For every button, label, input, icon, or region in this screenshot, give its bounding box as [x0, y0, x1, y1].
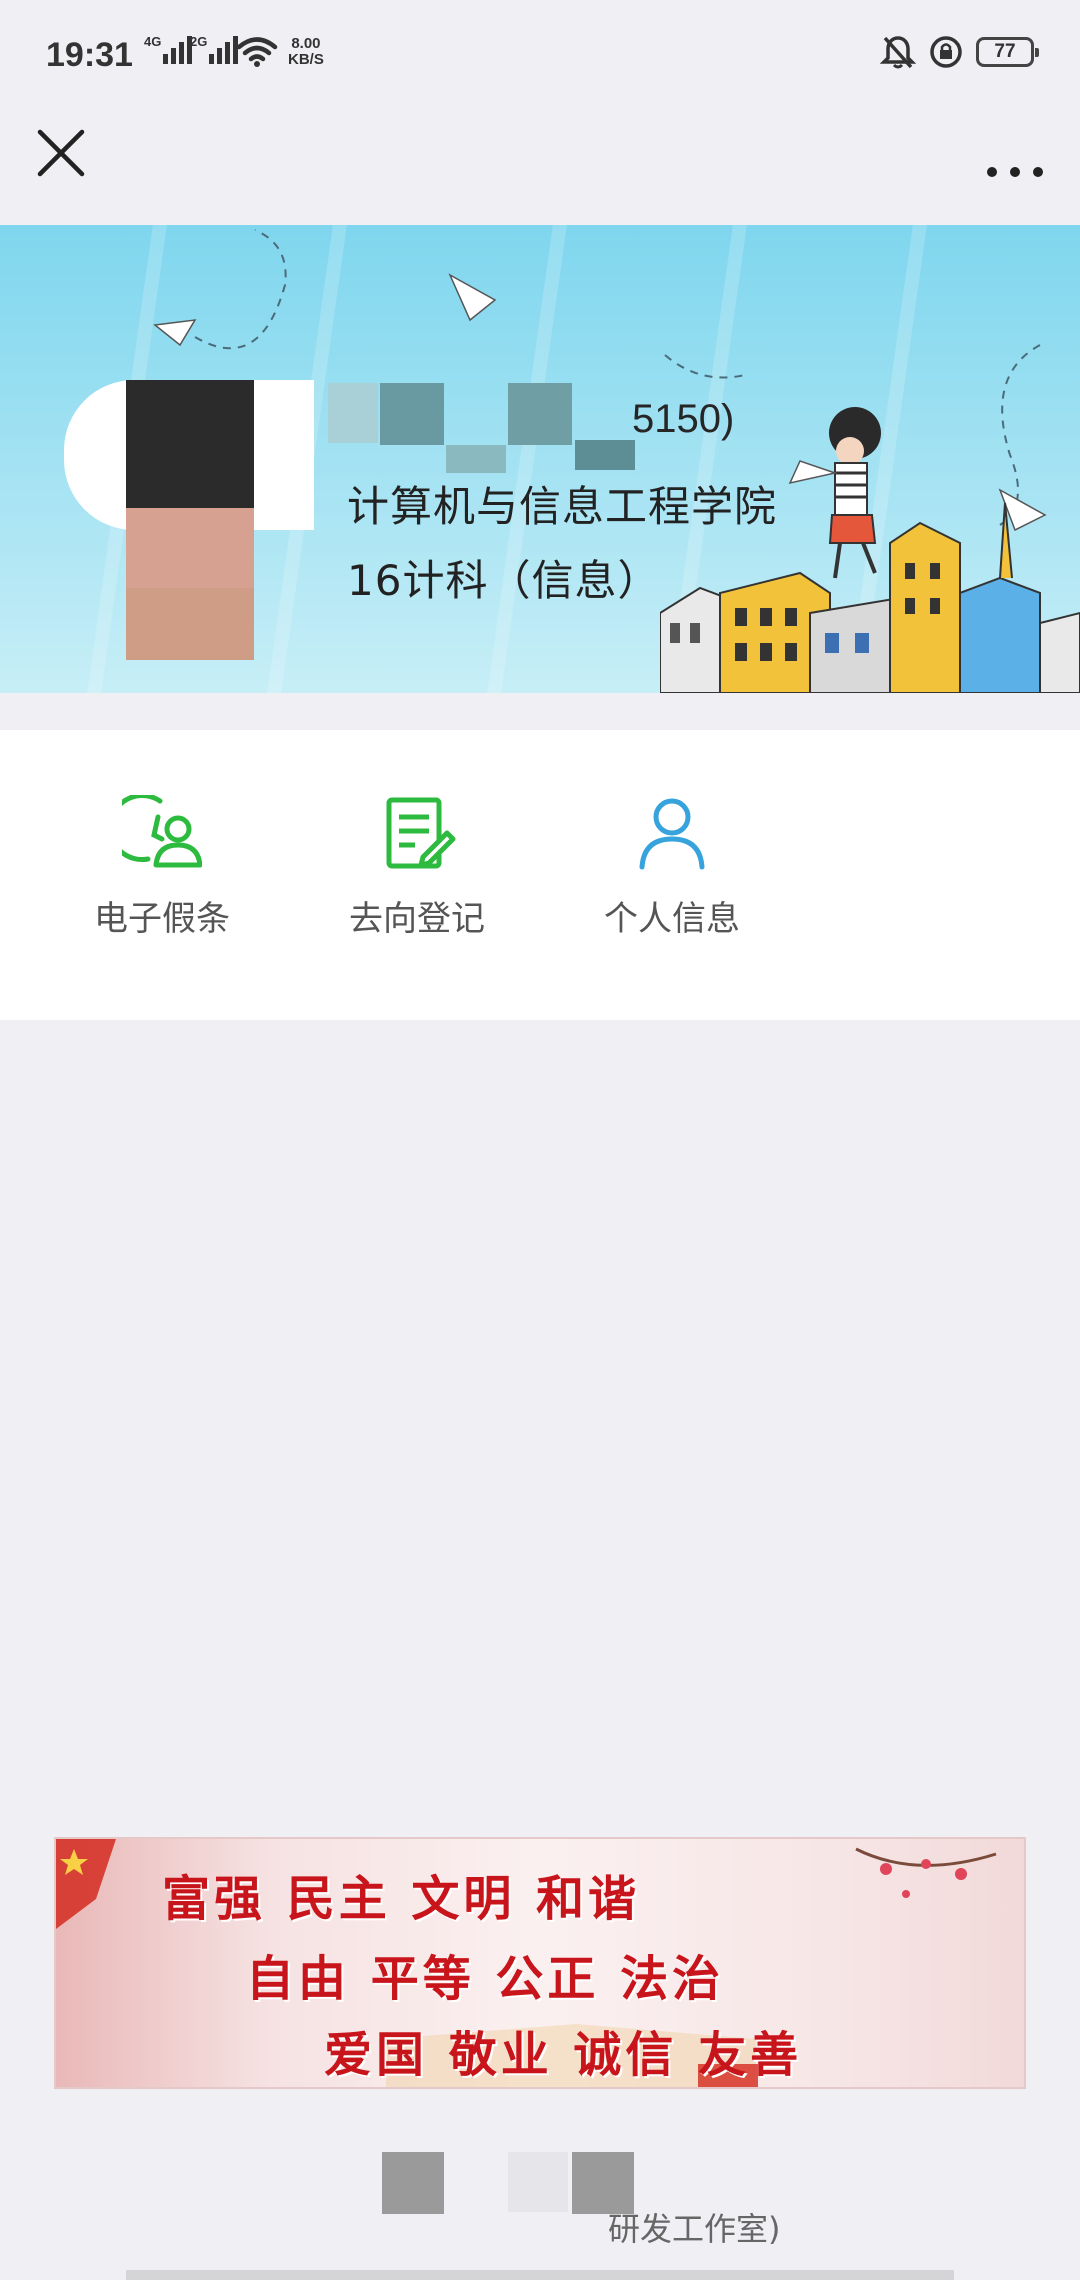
home-indicator[interactable]: [126, 2270, 954, 2280]
status-right-icons: 77: [880, 34, 1039, 70]
signal-icon: [209, 34, 239, 64]
status-time: 19:31: [46, 36, 133, 74]
slogan-row-2: 自由 平等 公正 法治: [246, 1951, 725, 2007]
status-bar: 19:31 4G 2G 8.00 KB/S 77: [0, 0, 1080, 110]
slogan-row-1: 富强 民主 文明 和谐: [162, 1871, 641, 1927]
rotation-lock-icon: [930, 36, 962, 68]
action-register[interactable]: 去向登记: [317, 795, 517, 940]
avatar: [126, 380, 254, 660]
quick-actions: 电子假条 去向登记 个人信息: [0, 730, 1080, 1020]
class-name: 16计科（信息）: [347, 556, 661, 605]
leave-note-icon: [122, 795, 202, 868]
signal-4g: 4G: [144, 34, 193, 64]
redacted-logo: [382, 2152, 444, 2214]
more-icon[interactable]: [980, 130, 1050, 180]
wifi-icon: [236, 37, 278, 67]
signal-2g: 2G: [190, 34, 239, 64]
action-personal-info[interactable]: 个人信息: [572, 795, 772, 940]
slogan-row-3: 爱国 敬业 诚信 友善: [324, 2027, 803, 2083]
signal-icon: [163, 34, 193, 64]
redacted-name: [380, 383, 444, 445]
boy-on-roofs-illustration: [660, 407, 1080, 693]
action-leave-note[interactable]: 电子假条: [62, 795, 262, 940]
person-icon: [639, 798, 705, 870]
register-icon: [386, 797, 456, 869]
footer-credit: 研发工作室): [608, 2210, 781, 2248]
close-icon[interactable]: [34, 126, 88, 180]
core-values-banner: 富强 民主 文明 和谐 自由 平等 公正 法治 爱国 敬业 诚信 友善: [54, 1837, 1026, 2089]
battery-icon: 77: [976, 37, 1039, 67]
profile-banner: 5150) 计算机与信息工程学院 16计科（信息）: [0, 225, 1080, 693]
network-speed: 8.00 KB/S: [288, 35, 324, 68]
bell-muted-icon: [880, 36, 916, 69]
nav-bar: [0, 110, 1080, 225]
